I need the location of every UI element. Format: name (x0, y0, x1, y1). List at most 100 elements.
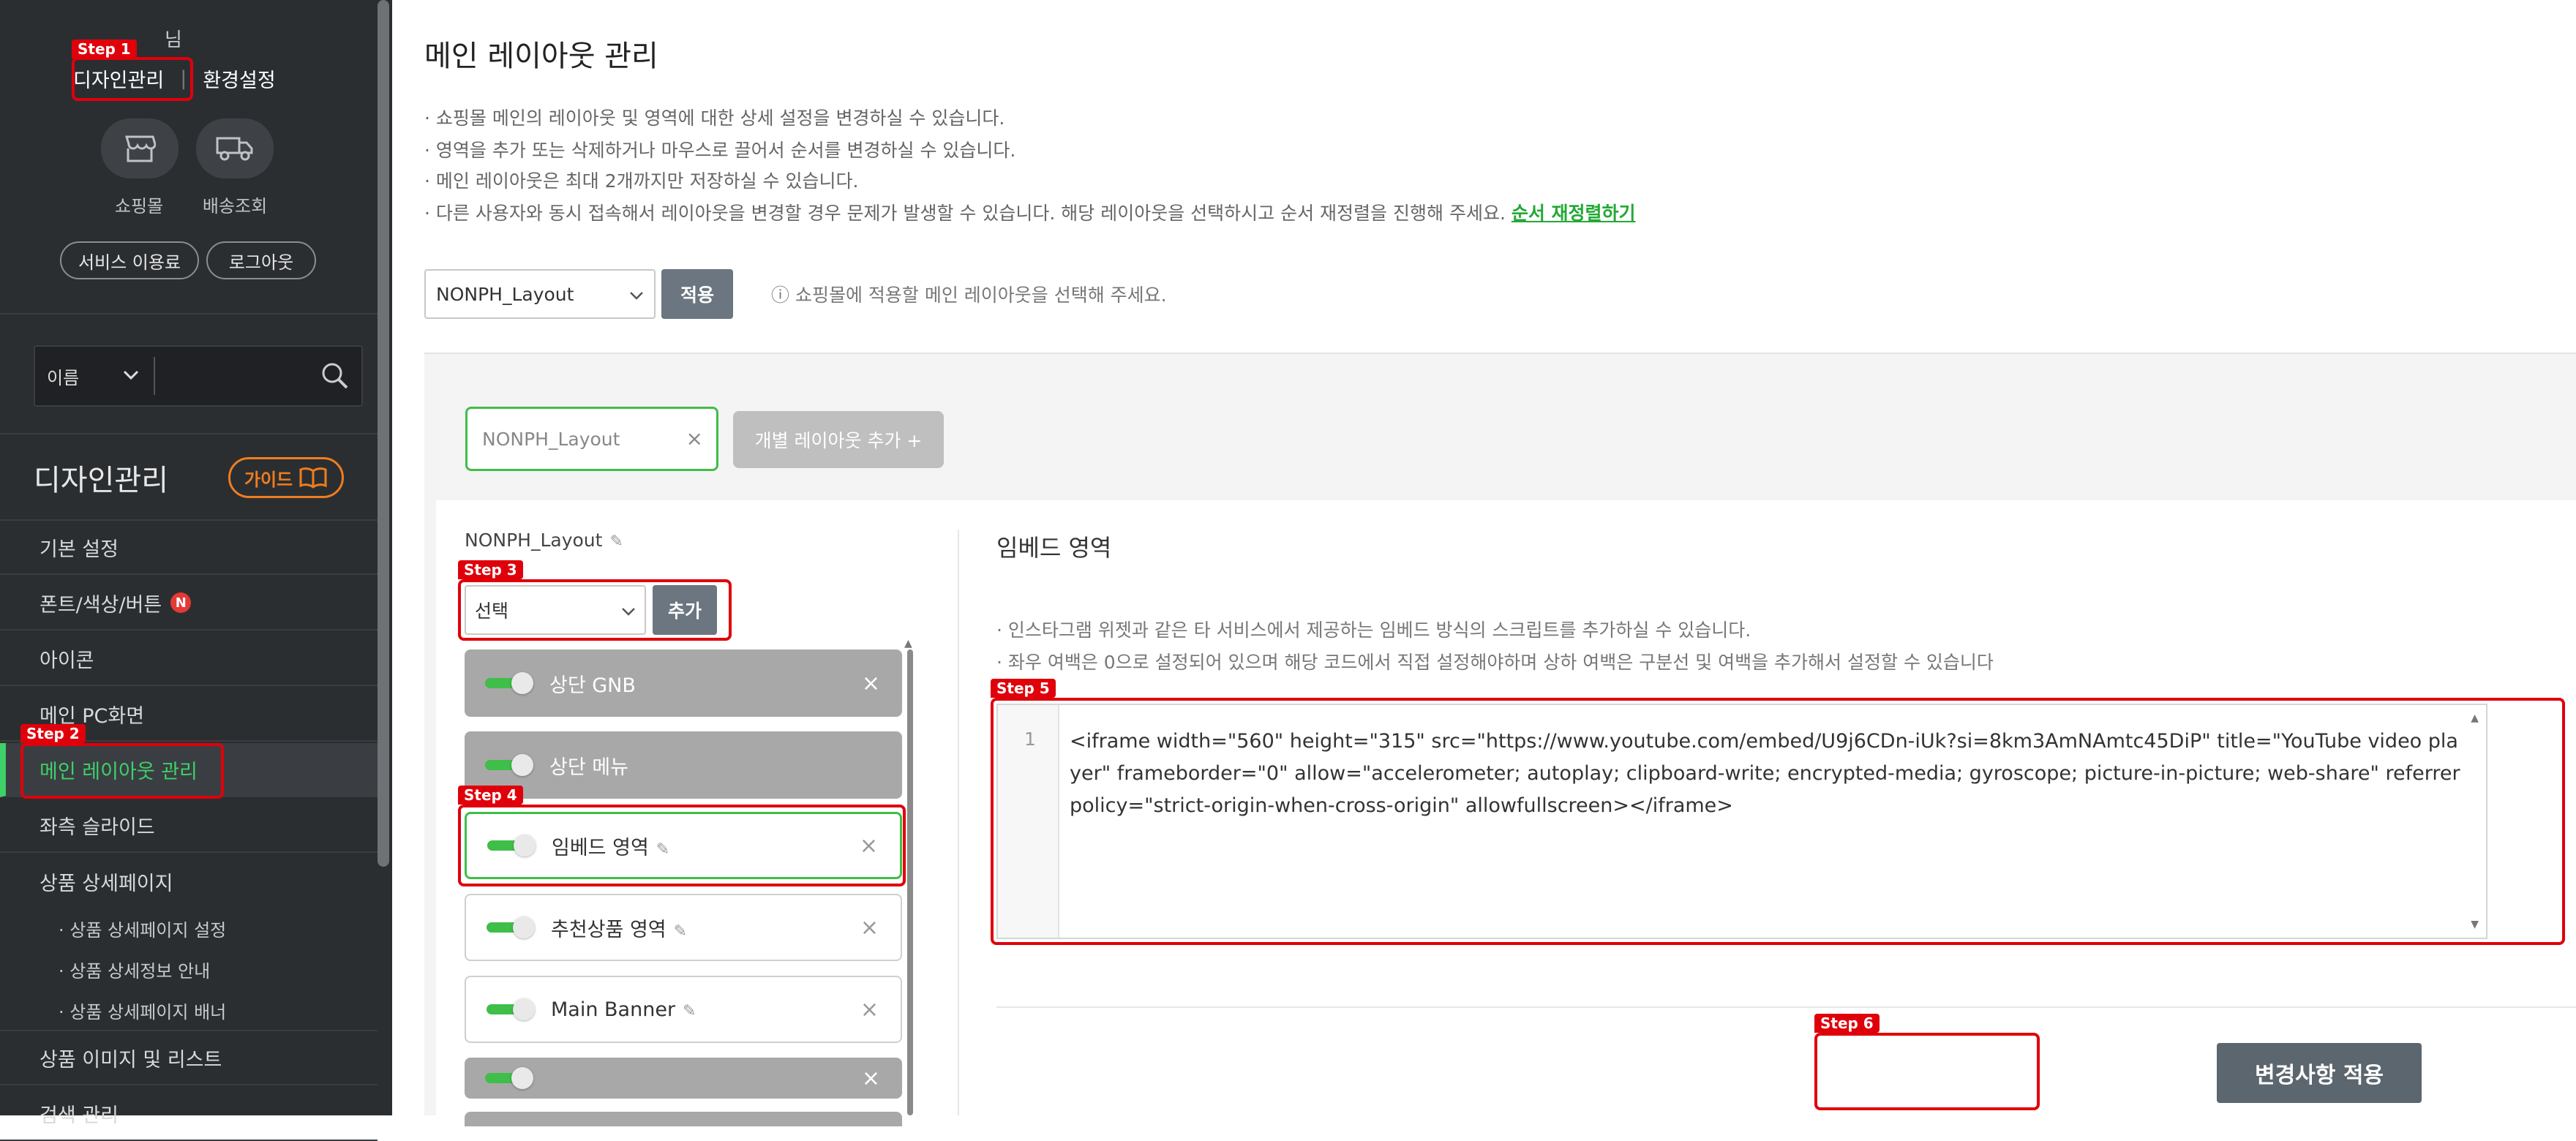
reorder-link[interactable]: 순서 재정렬하기 (1512, 203, 1636, 224)
step-4-highlight (458, 805, 906, 886)
main-content: 메인 레이아웃 관리 · 쇼핑몰 메인의 레이아웃 및 영역에 대한 상세 설정… (392, 0, 2576, 1126)
step-1-highlight (72, 57, 193, 101)
list-item[interactable]: Main Banner ✎ × (465, 976, 902, 1043)
sidebar: 님 디자인관리 | 환경설정 쇼핑몰 배송조회 서비스 이용료 로그아웃 이름 … (0, 0, 392, 1141)
close-icon[interactable]: × (862, 671, 880, 696)
visibility-toggle[interactable] (487, 998, 535, 1020)
sidebar-item-search[interactable]: 검색 관리 (0, 1087, 378, 1141)
delivery-label: 배송조회 (202, 196, 268, 216)
section-description: · 인스타그램 위젯과 같은 타 서비스에서 제공하는 임베드 방식의 스크립트… (996, 620, 1751, 641)
item-label-wrap: 추천상품 영역 ✎ (551, 914, 687, 942)
sidebar-subitem-detail-settings[interactable]: · 상품 상세페이지 설정 (59, 916, 226, 941)
step-6-highlight (1814, 1033, 2040, 1110)
section-title: 임베드 영역 (996, 534, 1112, 562)
shop-label: 쇼핑몰 (114, 196, 164, 216)
truck-icon (216, 137, 253, 161)
divider (0, 313, 378, 315)
delivery-button[interactable] (196, 118, 274, 178)
description-text: · 다른 사용자와 동시 접속해서 레이아웃을 변경할 경우 문제가 발생할 수… (424, 203, 1506, 224)
guide-label: 가이드 (244, 469, 293, 490)
add-layout-button[interactable]: 개별 레이아웃 추가 + (733, 411, 944, 468)
sidebar-item-icon[interactable]: 아이콘 (0, 632, 378, 686)
book-icon (299, 467, 327, 489)
layout-select-value: NONPH_Layout (436, 283, 574, 305)
close-icon[interactable]: × (862, 1066, 880, 1091)
list-item[interactable]: 상단 GNB × (465, 649, 902, 717)
user-name: 님 (165, 29, 182, 51)
search-type-select[interactable]: 이름 (35, 347, 154, 405)
visibility-toggle[interactable] (487, 916, 535, 938)
layout-tab-label: NONPH_Layout (482, 428, 620, 450)
guide-button[interactable]: 가이드 (228, 457, 344, 498)
apply-changes-button[interactable]: 변경사항 적용 (2217, 1043, 2422, 1103)
layout-tab[interactable]: NONPH_Layout × (465, 407, 718, 471)
page-title: 메인 레이아웃 관리 (424, 39, 658, 73)
search-box: 이름 (34, 345, 363, 407)
column-divider (958, 530, 959, 1115)
area-list-scrollbar[interactable] (907, 649, 913, 1115)
step-3-highlight (458, 579, 732, 641)
step-6-tag: Step 6 (1814, 1014, 1880, 1033)
sidebar-item-font[interactable]: 폰트/색상/버튼 N (0, 576, 378, 630)
search-input[interactable] (159, 347, 320, 405)
step-2-highlight (20, 743, 224, 799)
list-item[interactable]: 상단 메뉴 (465, 731, 902, 799)
new-badge: N (170, 592, 192, 613)
step-2-tag: Step 2 (20, 724, 86, 743)
menu-label: 폰트/색상/버튼 (40, 593, 162, 617)
edit-icon[interactable]: ✎ (609, 532, 623, 551)
logout-button[interactable]: 로그아웃 (206, 241, 316, 279)
menu-label: 상품 상세페이지 (40, 872, 173, 895)
close-icon[interactable]: × (860, 997, 879, 1023)
list-item[interactable] (465, 1112, 902, 1126)
close-icon[interactable]: × (686, 426, 703, 451)
sidebar-item-basic[interactable]: 기본 설정 (0, 521, 378, 575)
scroll-up-arrow[interactable]: ▲ (904, 638, 912, 649)
menu-label: 상품 이미지 및 리스트 (40, 1048, 222, 1072)
edit-icon[interactable]: ✎ (674, 922, 687, 941)
layout-hint: ⓘ 쇼핑몰에 적용할 메인 레이아웃을 선택해 주세요. (771, 285, 1167, 306)
visibility-toggle[interactable] (485, 1067, 533, 1089)
close-icon[interactable]: × (860, 915, 879, 941)
settings-link[interactable]: 환경설정 (203, 64, 275, 93)
layout-name: NONPH_Layout ✎ (465, 530, 623, 551)
edit-icon[interactable]: ✎ (683, 1002, 696, 1020)
chevron-down-icon (630, 292, 643, 300)
step-5-tag: Step 5 (991, 679, 1056, 698)
menu-label: 좌측 슬라이드 (40, 816, 155, 839)
description-line: · 다른 사용자와 동시 접속해서 레이아웃을 변경할 경우 문제가 발생할 수… (424, 199, 1636, 225)
list-item[interactable]: × (465, 1058, 902, 1099)
divider (0, 433, 378, 434)
chevron-down-icon (123, 370, 139, 380)
sidebar-section-title: 디자인관리 (34, 464, 168, 497)
description-line: · 쇼핑몰 메인의 레이아웃 및 영역에 대한 상세 설정을 변경하실 수 있습… (424, 108, 1005, 129)
section-description: · 좌우 여백은 0으로 설정되어 있으며 해당 코드에서 직접 설정해야하며 … (996, 652, 1994, 673)
store-icon (124, 135, 156, 162)
service-fee-button[interactable]: 서비스 이용료 (60, 241, 199, 279)
apply-layout-button[interactable]: 적용 (661, 269, 733, 319)
layout-select[interactable]: NONPH_Layout (424, 269, 656, 319)
divider (996, 1006, 2576, 1008)
search-type-value: 이름 (47, 367, 80, 388)
visibility-toggle[interactable] (485, 672, 533, 694)
step-3-tag: Step 3 (458, 560, 523, 579)
menu-label: 검색 관리 (40, 1104, 119, 1127)
sidebar-subitem-detail-info[interactable]: · 상품 상세정보 안내 (59, 957, 210, 982)
item-label: 상단 GNB (549, 674, 636, 697)
sidebar-item-product-image[interactable]: 상품 이미지 및 리스트 (0, 1031, 378, 1085)
visibility-toggle[interactable] (485, 754, 533, 776)
step-5-highlight (991, 698, 2565, 945)
sidebar-item-left-slide[interactable]: 좌측 슬라이드 (0, 799, 378, 853)
description-line: · 메인 레이아웃은 최대 2개까지만 저장하실 수 있습니다. (424, 170, 859, 192)
item-label-wrap: Main Banner ✎ (551, 998, 696, 1021)
menu-label: 기본 설정 (40, 538, 119, 561)
sidebar-scrollbar[interactable] (378, 0, 389, 867)
sidebar-item-product-detail[interactable]: 상품 상세페이지 (0, 854, 378, 908)
shop-button[interactable] (101, 118, 179, 178)
menu-label: 아이콘 (40, 649, 94, 672)
step-1-tag: Step 1 (72, 39, 137, 59)
search-icon[interactable] (320, 361, 350, 391)
list-item[interactable]: 추천상품 영역 ✎ × (465, 894, 902, 961)
layout-name-text: NONPH_Layout (465, 530, 603, 551)
sidebar-subitem-detail-banner[interactable]: · 상품 상세페이지 배너 (59, 998, 226, 1023)
